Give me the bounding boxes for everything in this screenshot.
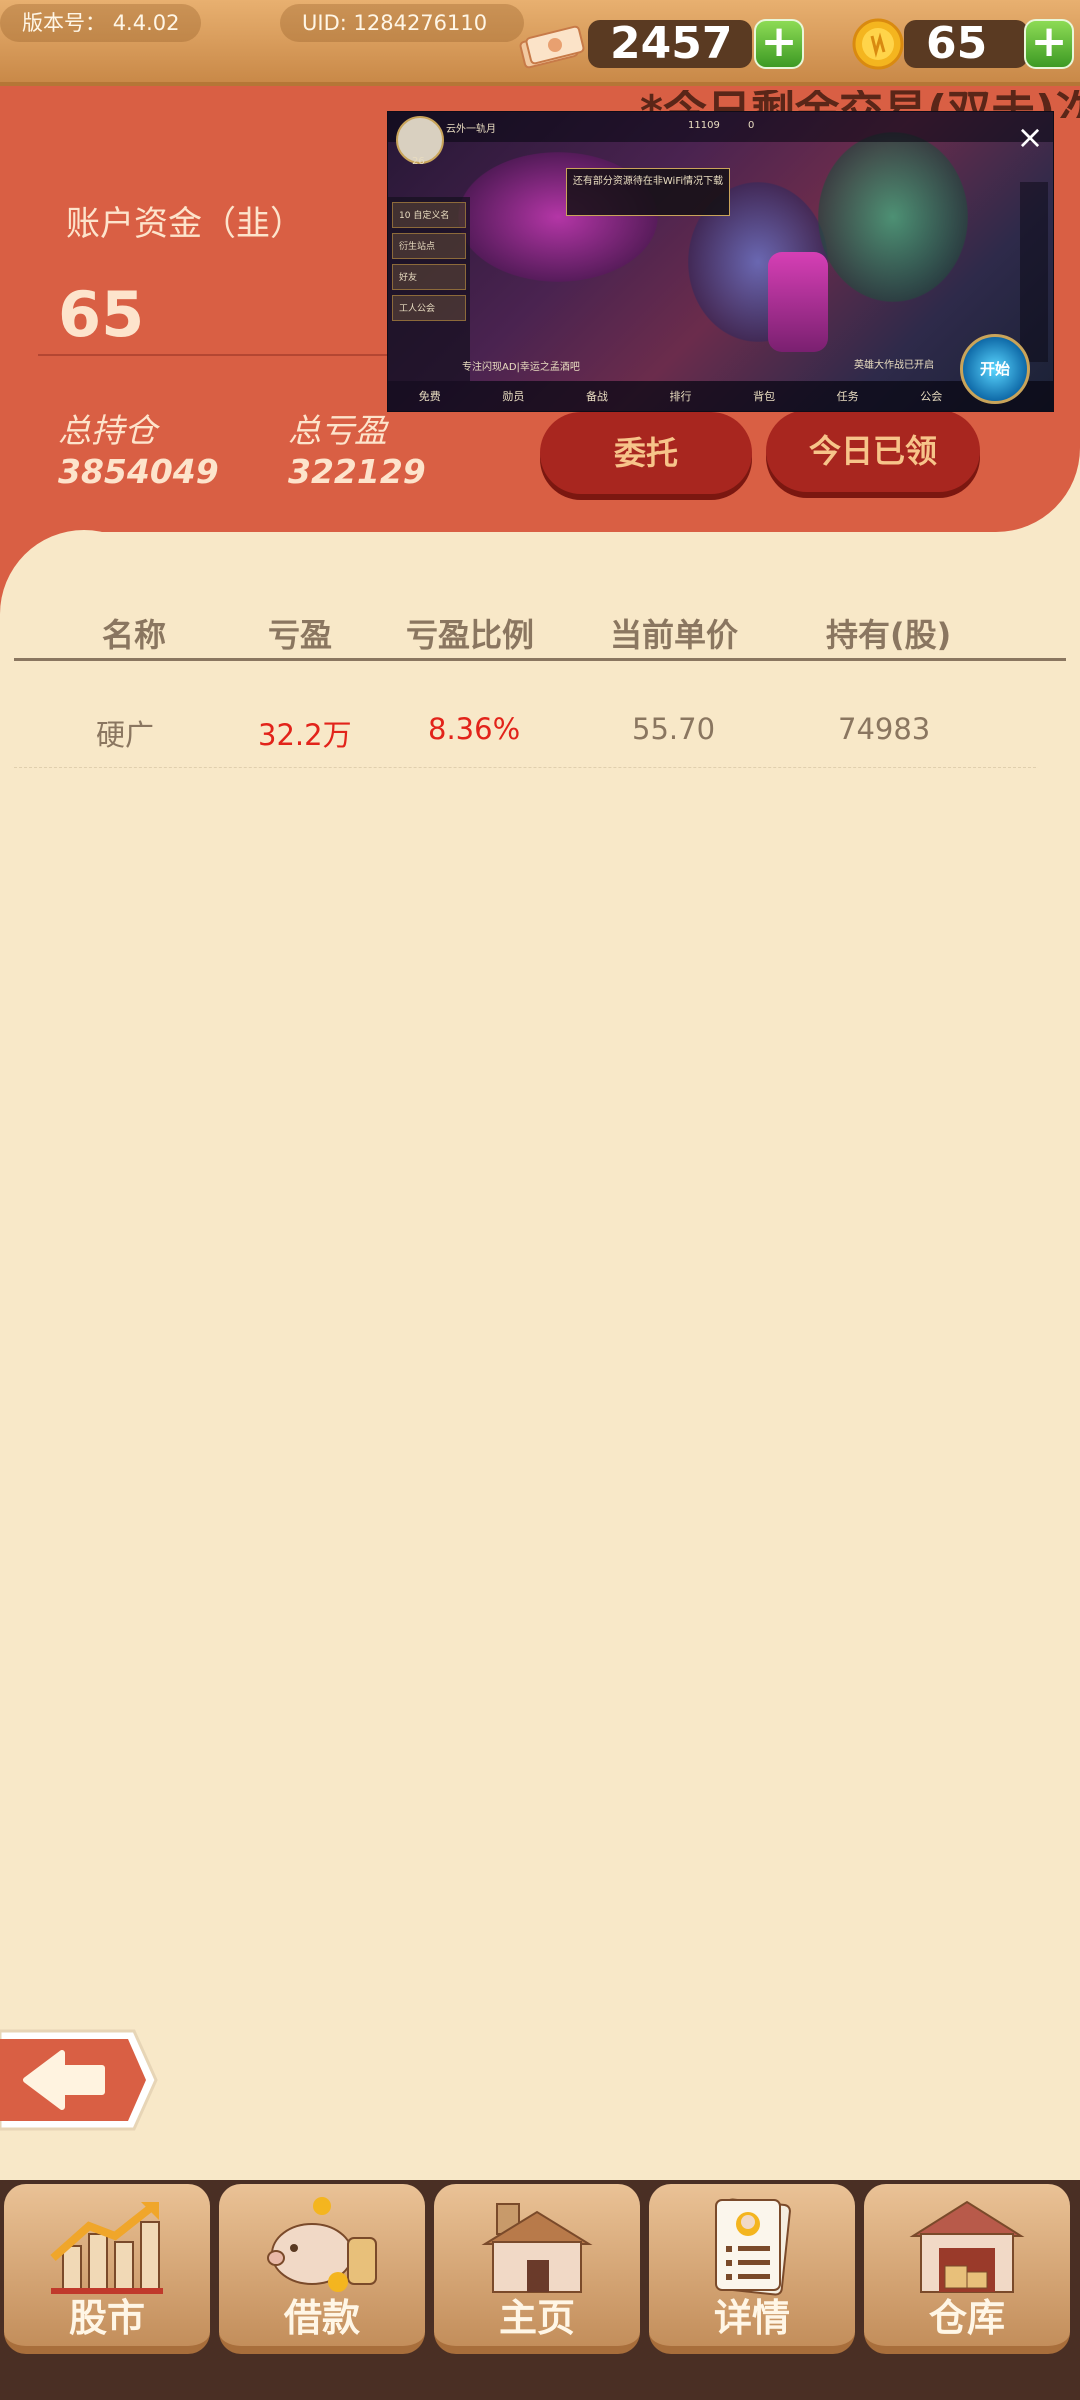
cell-shares: 74983 (838, 712, 931, 746)
ad-currency: 11109 (688, 120, 720, 131)
ad-sidebar: 10 自定义名 衍生站点 好友 工人公会 (388, 197, 470, 381)
nav-label: 仓库 (928, 2296, 1005, 2340)
version-value: 4.4.02 (112, 11, 180, 35)
ad-side-label: 自定义名 (413, 211, 450, 221)
add-cash-button[interactable]: + (754, 19, 804, 69)
coin-value: 65 (926, 18, 988, 69)
nav-label: 股市 (68, 2296, 145, 2340)
nav-warehouse[interactable]: 仓库 (864, 2184, 1070, 2354)
ad-player-name: 云外一轨月 (446, 124, 496, 135)
claimed-today-button[interactable]: 今日已领 (766, 410, 980, 492)
uid-pill: UID: 1284276110 (280, 4, 524, 42)
ad-bottom-nav: 免费 勋员 备战 排行 背包 任务 公会 (388, 381, 1053, 411)
back-button[interactable] (0, 2025, 158, 2135)
nav-details[interactable]: 详情 (649, 2184, 855, 2354)
ad-nav-bag: 背包 (753, 390, 776, 403)
ad-side-item: 好友 (392, 264, 466, 290)
nav-label: 主页 (498, 2296, 575, 2340)
row-divider (14, 767, 1036, 768)
account-funds-label: 账户资金（韭） (66, 204, 304, 244)
ad-right-column (1020, 182, 1048, 362)
ad-nav-rank: 排行 (669, 390, 692, 403)
ad-side-item: 10 自定义名 (392, 202, 466, 228)
close-icon[interactable]: × (1013, 120, 1047, 154)
game-ad-banner[interactable]: 云外一轨月 11109 0 26 10 自定义名 衍生站点 好友 工人公会 还有… (387, 111, 1054, 412)
total-holdings-value: 3854049 (58, 452, 219, 491)
house-icon (481, 2203, 593, 2293)
ad-event-label: 英雄大作战已开启 (854, 360, 934, 371)
total-pnl-value: 322129 (288, 452, 426, 491)
column-header-pnl: 亏盈 (268, 616, 333, 654)
cell-pnl: 32.2万 (258, 718, 352, 752)
nav-stock-market[interactable]: 股市 (4, 2184, 210, 2354)
ad-tooltip: 还有部分资源待在非WiFi情况下载 (566, 168, 730, 216)
top-bar: 版本号： 4.4.02 UID: 1284276110 2457 + 65 + (0, 0, 1080, 86)
version-pill: 版本号： 4.4.02 (0, 4, 202, 42)
ad-level: 26 (412, 156, 425, 167)
uid-value: 1284276110 (353, 11, 488, 35)
nav-home[interactable]: 主页 (434, 2184, 640, 2354)
ad-nav-free: 免费 (418, 390, 441, 403)
ad-side-item: 衍生站点 (392, 233, 466, 259)
ad-nav-prepare: 备战 (585, 390, 608, 403)
cell-name: 硬广 (96, 718, 155, 752)
piggy-bank-icon (267, 2197, 377, 2292)
entrust-label: 委托 (613, 434, 678, 472)
column-header-pnl-ratio: 亏盈比例 (406, 616, 535, 654)
claimed-today-label: 今日已领 (808, 432, 937, 470)
column-header-price: 当前单价 (610, 616, 739, 654)
nav-label: 详情 (713, 2296, 790, 2340)
ad-chat-text: 专注闪现AD|幸运之孟酒吧 (462, 362, 580, 373)
ad-rank-num: 10 (399, 211, 411, 221)
account-funds-value: 65 (58, 278, 145, 351)
ad-nav-guild: 公会 (920, 390, 943, 403)
ad-side-item: 工人公会 (392, 295, 466, 321)
add-coin-button[interactable]: + (1024, 19, 1074, 69)
total-holdings-label: 总持仓 (58, 411, 157, 450)
clipboard-icon (715, 2198, 791, 2296)
ad-artwork (818, 132, 968, 302)
cell-pnl-ratio: 8.36% (428, 712, 521, 746)
stock-chart-icon (50, 2202, 163, 2294)
funds-divider (38, 354, 398, 356)
plus-icon: + (760, 16, 798, 67)
ad-top-bar: 云外一轨月 11109 0 (388, 112, 1053, 142)
column-header-shares: 持有(股) (826, 616, 952, 654)
nav-label: 借款 (283, 2296, 360, 2340)
table-header-divider (14, 658, 1066, 661)
warehouse-icon (909, 2200, 1025, 2293)
coin-counter: 65 (904, 20, 1028, 68)
ad-artwork (768, 252, 828, 352)
cash-value: 2457 (610, 18, 733, 69)
plus-icon: + (1030, 16, 1068, 67)
ad-currency-2: 0 (748, 120, 755, 131)
cash-counter: 2457 (588, 20, 752, 68)
cash-icon (519, 25, 585, 69)
column-header-name: 名称 (102, 616, 167, 654)
entrust-button[interactable]: 委托 (540, 412, 752, 494)
panel-curve (0, 530, 168, 698)
ad-nav-task: 任务 (836, 390, 859, 403)
ad-nav-members: 勋员 (502, 390, 525, 403)
ad-start-button[interactable]: 开始 (960, 334, 1030, 404)
version-label: 版本号： (22, 11, 106, 35)
total-pnl-label: 总亏盈 (288, 411, 387, 450)
nav-loan[interactable]: 借款 (219, 2184, 425, 2354)
cell-price: 55.70 (632, 712, 716, 746)
coin-icon (852, 18, 904, 70)
uid-label: UID: (302, 11, 347, 35)
